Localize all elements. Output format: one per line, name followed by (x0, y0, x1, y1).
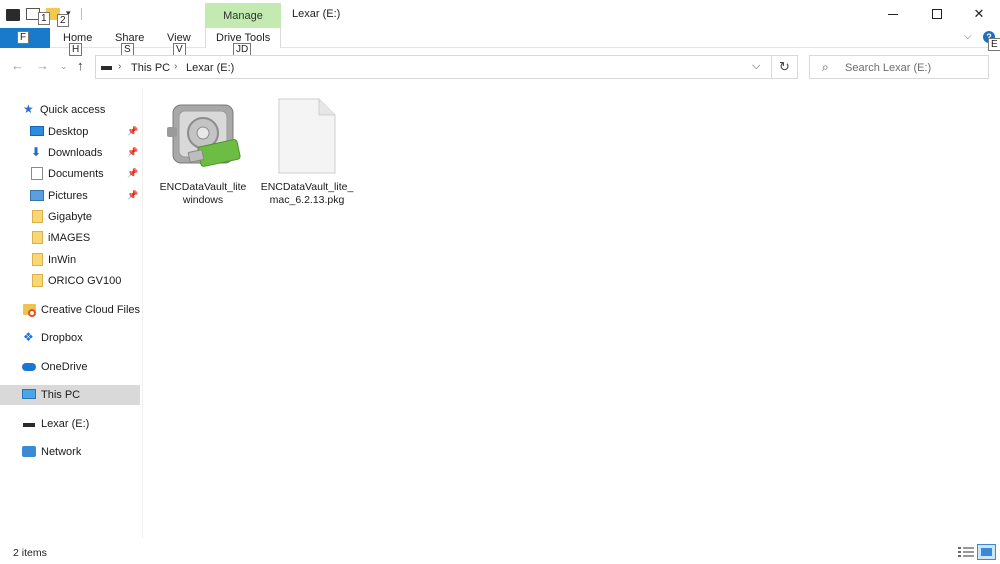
pane-divider[interactable] (142, 88, 143, 538)
dropbox-icon: ❖ (23, 330, 34, 344)
nav-dropbox[interactable]: ❖ Dropbox (0, 328, 140, 348)
minimize-button[interactable] (872, 0, 914, 28)
breadcrumb-chevron-icon[interactable]: › (118, 61, 121, 72)
folder-icon (32, 253, 43, 266)
search-icon: ⌕ (822, 60, 829, 74)
nav-label: Downloads (48, 147, 103, 159)
nav-label: iMAGES (48, 232, 91, 244)
nav-folder-images[interactable]: iMAGES (0, 228, 140, 248)
nav-label: Creative Cloud Files (41, 304, 141, 316)
download-icon: ⬇ (31, 145, 42, 159)
nav-pictures[interactable]: Pictures 📌 (0, 186, 140, 206)
drive-icon (101, 66, 112, 70)
nav-lexar-drive[interactable]: Lexar (E:) (0, 414, 140, 434)
computer-icon (22, 389, 36, 399)
nav-network[interactable]: Network (0, 442, 140, 462)
close-button[interactable]: ✕ (958, 0, 1000, 28)
nav-label: OneDrive (41, 361, 88, 373)
nav-label: InWin (48, 254, 77, 266)
nav-label: This PC (41, 389, 81, 401)
encdatavault-app-icon (167, 104, 241, 167)
keytip-new-folder: 2 (57, 14, 69, 27)
nav-label: ORICO GV100 (48, 275, 122, 287)
desktop-icon (30, 126, 44, 136)
search-input[interactable]: Search Lexar (E:) (845, 62, 931, 74)
pin-icon[interactable]: 📌 (127, 168, 138, 179)
drive-icon[interactable] (6, 9, 20, 21)
toolbar-separator (80, 7, 82, 20)
up-arrow-icon[interactable]: ↑ (77, 58, 84, 73)
breadcrumb-chevron-icon[interactable]: › (174, 61, 177, 72)
nav-label: Documents (48, 168, 104, 180)
minimize-icon (888, 13, 898, 15)
nav-creative-cloud[interactable]: Creative Cloud Files (0, 300, 140, 320)
back-arrow-icon[interactable]: ← (11, 58, 24, 73)
file-name: ENCDataVault_lite windows (159, 181, 247, 206)
nav-quick-access[interactable]: ★ Quick access (0, 100, 140, 120)
generic-file-icon (278, 98, 336, 174)
network-icon (22, 446, 36, 457)
forward-arrow-icon[interactable]: → (36, 58, 49, 73)
keytip-help: E (988, 38, 1000, 51)
creative-cloud-icon (23, 304, 36, 317)
status-bar: 2 items (0, 541, 1000, 564)
folder-icon (32, 210, 43, 223)
details-view-icon[interactable] (958, 546, 974, 559)
nav-label: Lexar (E:) (41, 418, 90, 430)
file-name: ENCDataVault_lite_mac_6.2.13.pkg (260, 181, 354, 206)
item-count: 2 items (13, 547, 47, 559)
title-bar: ▾ 1 2 Manage Lexar (E:) ✕ (0, 0, 1000, 29)
nav-label: Pictures (48, 190, 88, 202)
recent-locations-chevron-icon[interactable]: ⌄ (60, 61, 68, 72)
refresh-icon: ↻ (779, 59, 790, 74)
nav-desktop[interactable]: Desktop 📌 (0, 122, 140, 142)
breadcrumb-this-pc[interactable]: This PC (131, 62, 170, 74)
breadcrumb-lexar[interactable]: Lexar (E:) (186, 62, 234, 74)
keytip-properties: 1 (38, 12, 50, 25)
nav-folder-gigabyte[interactable]: Gigabyte (0, 207, 140, 227)
navigation-pane: ★ Quick access Desktop 📌 ⬇ Downloads 📌 D… (0, 95, 142, 535)
keytip-file: F (17, 31, 30, 44)
onedrive-cloud-icon (22, 363, 36, 371)
pin-icon[interactable]: 📌 (127, 126, 138, 137)
address-bar[interactable]: › This PC › Lexar (E:) ⌵ (95, 55, 772, 79)
ribbon-tabs: F Home Share View Drive Tools H S V JD ⌵… (0, 28, 1000, 56)
nav-label: Network (41, 446, 82, 458)
nav-folder-inwin[interactable]: InWin (0, 250, 140, 270)
search-box[interactable]: ⌕ Search Lexar (E:) (809, 55, 989, 79)
pin-icon[interactable]: 📌 (127, 190, 138, 201)
nav-documents[interactable]: Documents 📌 (0, 164, 140, 184)
pin-icon[interactable]: 📌 (127, 147, 138, 158)
maximize-button[interactable] (916, 0, 958, 28)
close-icon: ✕ (973, 6, 985, 21)
nav-label: Desktop (48, 126, 89, 138)
large-icons-view-icon (981, 548, 992, 556)
expand-ribbon-chevron-icon[interactable]: ⌵ (964, 31, 972, 42)
manage-context-tab[interactable]: Manage (205, 3, 281, 29)
nav-folder-orico[interactable]: ORICO GV100 (0, 271, 140, 291)
maximize-icon (932, 9, 942, 19)
folder-icon (32, 274, 43, 287)
nav-label: Dropbox (41, 332, 83, 344)
nav-label: Gigabyte (48, 211, 93, 223)
nav-this-pc[interactable]: This PC (0, 385, 140, 405)
pictures-icon (30, 190, 44, 201)
folder-icon (32, 231, 43, 244)
large-icons-view-button[interactable] (977, 544, 996, 560)
window-title: Lexar (E:) (292, 8, 341, 20)
address-dropdown-icon[interactable]: ⌵ (752, 60, 760, 73)
nav-label: Quick access (40, 104, 106, 116)
nav-onedrive[interactable]: OneDrive (0, 357, 140, 377)
refresh-button[interactable]: ↻ (772, 55, 798, 79)
navigation-bar: ← → ⌄ ↑ › This PC › Lexar (E:) ⌵ ↻ ⌕ Sea… (0, 53, 1000, 81)
documents-icon (31, 167, 43, 180)
star-icon: ★ (23, 102, 34, 116)
nav-downloads[interactable]: ⬇ Downloads 📌 (0, 143, 140, 163)
drive-icon (23, 423, 35, 427)
